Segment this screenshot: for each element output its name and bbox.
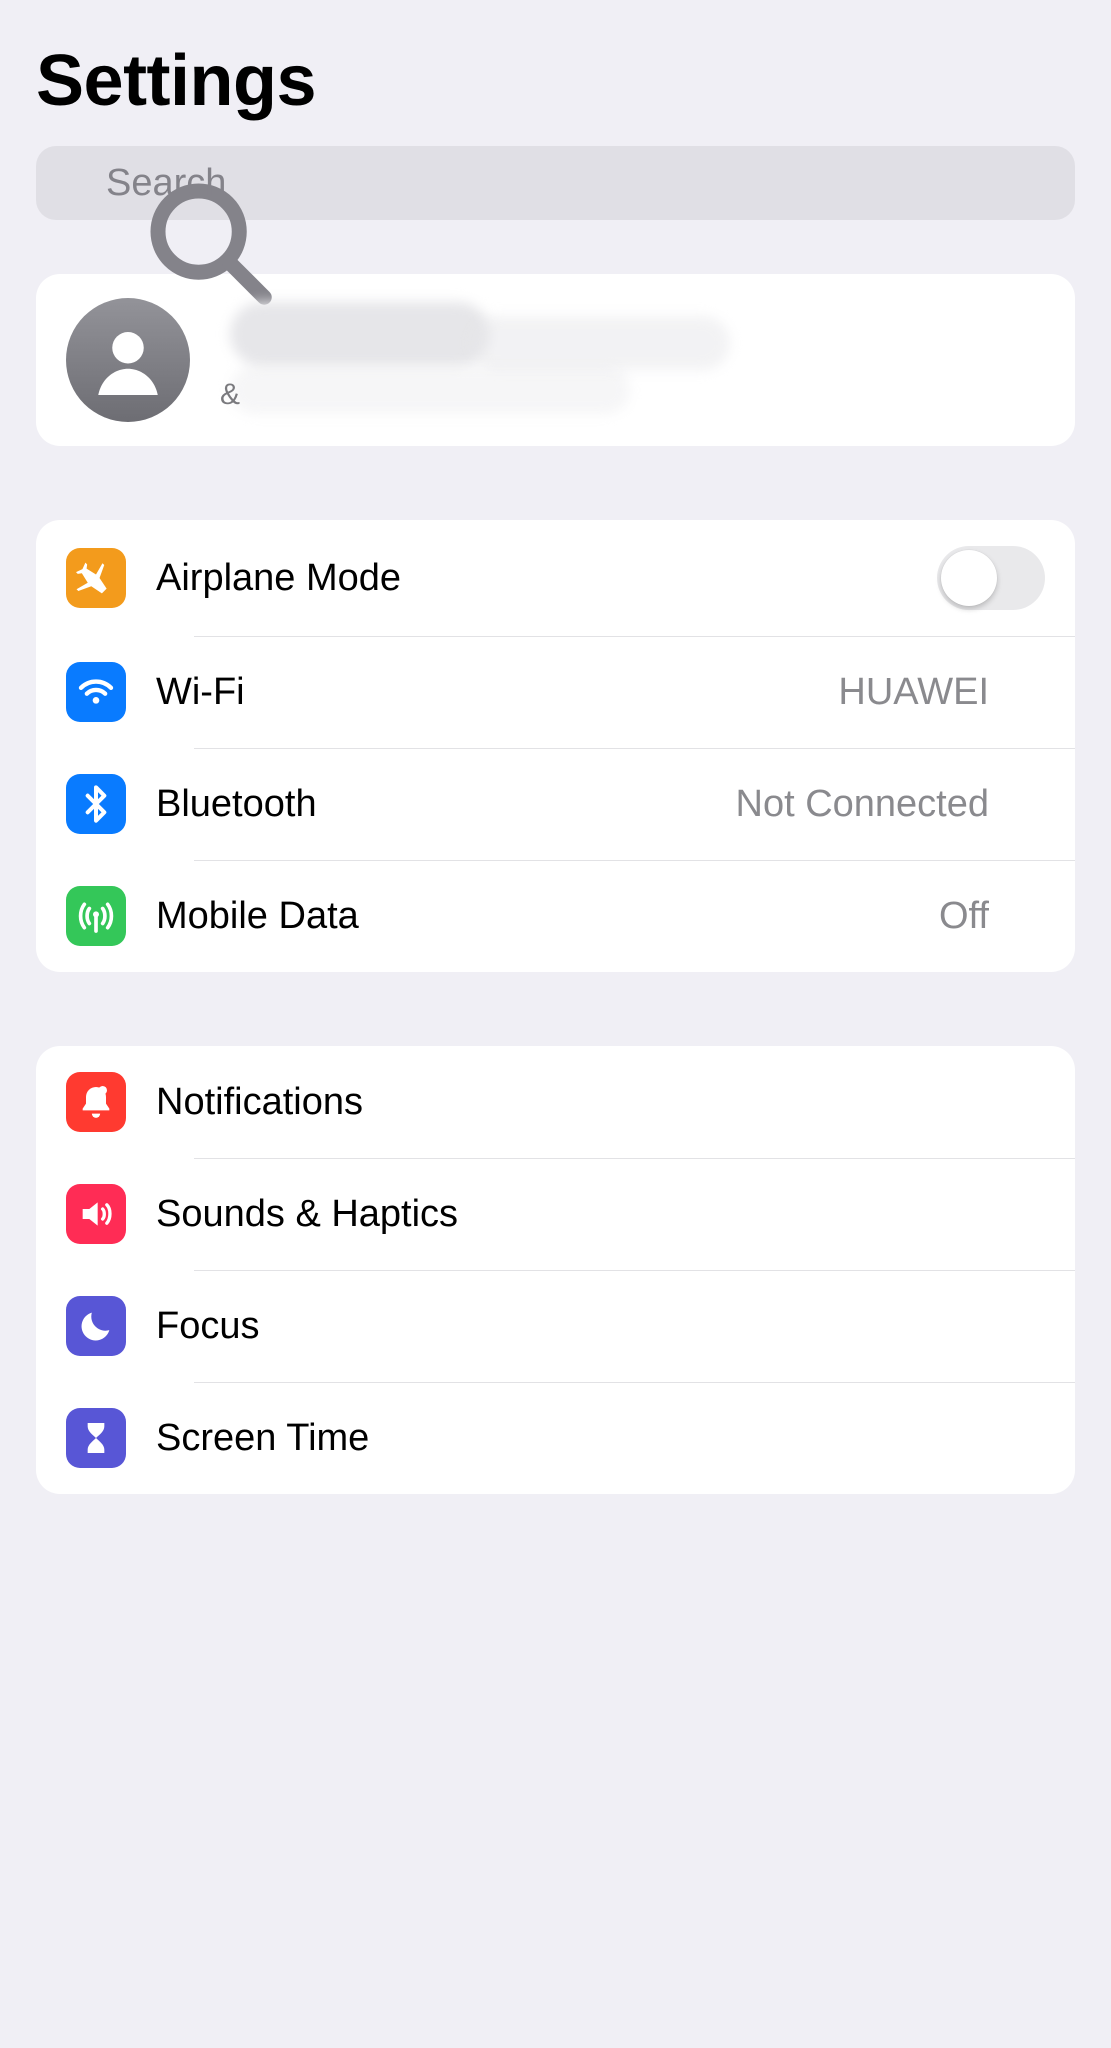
chevron-right-icon <box>1019 896 1045 936</box>
page-title: Settings <box>36 40 1075 122</box>
chevron-right-icon <box>1019 1082 1045 1122</box>
connectivity-group: Airplane Mode Wi-Fi HUAWEI Bluetooth Not… <box>36 520 1075 972</box>
antenna-icon <box>66 886 126 946</box>
sounds-row[interactable]: Sounds & Haptics <box>36 1158 1075 1270</box>
row-label: Focus <box>156 1305 989 1348</box>
row-label: Mobile Data <box>156 895 909 938</box>
airplane-mode-toggle[interactable] <box>937 546 1045 610</box>
row-label: Notifications <box>156 1081 989 1124</box>
apple-id-row[interactable]: & <box>36 274 1075 446</box>
bluetooth-row[interactable]: Bluetooth Not Connected <box>36 748 1075 860</box>
search-bar[interactable] <box>36 146 1075 220</box>
search-input[interactable] <box>106 162 1053 205</box>
screen-time-row[interactable]: Screen Time <box>36 1382 1075 1494</box>
chevron-right-icon <box>1019 1306 1045 1346</box>
row-label: Bluetooth <box>156 783 706 826</box>
row-label: Wi-Fi <box>156 671 808 714</box>
chevron-right-icon <box>1019 340 1045 380</box>
bluetooth-icon <box>66 774 126 834</box>
account-card: & <box>36 274 1075 446</box>
airplane-icon <box>66 548 126 608</box>
moon-icon <box>66 1296 126 1356</box>
account-text-redacted: & <box>220 306 989 414</box>
row-value: Not Connected <box>736 783 990 826</box>
wifi-row[interactable]: Wi-Fi HUAWEI <box>36 636 1075 748</box>
bell-icon <box>66 1072 126 1132</box>
focus-row[interactable]: Focus <box>36 1270 1075 1382</box>
airplane-mode-row[interactable]: Airplane Mode <box>36 520 1075 636</box>
avatar <box>66 298 190 422</box>
chevron-right-icon <box>1019 784 1045 824</box>
speaker-icon <box>66 1184 126 1244</box>
chevron-right-icon <box>1019 672 1045 712</box>
chevron-right-icon <box>1019 1418 1045 1458</box>
hourglass-icon <box>66 1408 126 1468</box>
mobile-data-row[interactable]: Mobile Data Off <box>36 860 1075 972</box>
row-value: Off <box>939 895 989 938</box>
row-value: HUAWEI <box>838 671 989 714</box>
row-label: Screen Time <box>156 1417 989 1460</box>
chevron-right-icon <box>1019 1194 1045 1234</box>
row-label: Sounds & Haptics <box>156 1193 989 1236</box>
alerts-group: Notifications Sounds & Haptics Focus Scr… <box>36 1046 1075 1494</box>
search-icon <box>58 166 92 200</box>
notifications-row[interactable]: Notifications <box>36 1046 1075 1158</box>
row-label: Airplane Mode <box>156 557 907 600</box>
wifi-icon <box>66 662 126 722</box>
